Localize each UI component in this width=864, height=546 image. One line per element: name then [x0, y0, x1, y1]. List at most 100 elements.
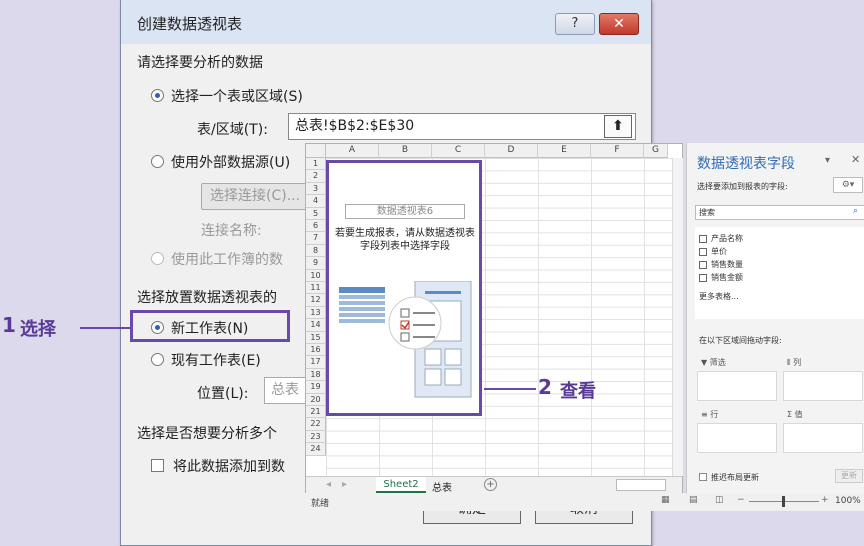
label-existing-worksheet: 现有工作表(E) [171, 353, 261, 369]
field-checkbox[interactable] [699, 247, 707, 256]
field-checkbox[interactable] [699, 273, 707, 282]
row-header[interactable]: 23 [306, 430, 326, 444]
section-placement: 选择放置数据透视表的 [137, 290, 277, 306]
pane-dropdown-icon[interactable]: ▾ [825, 155, 830, 166]
step1-number: 1 [2, 313, 16, 337]
zoom-out-icon[interactable]: − [737, 495, 745, 505]
select-all-corner[interactable] [306, 144, 326, 158]
row-header[interactable]: 14 [306, 319, 326, 332]
help-button[interactable]: ? [555, 13, 595, 35]
tab-zongbiao[interactable]: 总表 [432, 479, 452, 494]
page-layout-icon[interactable]: ▤ [689, 495, 698, 505]
column-header[interactable]: D [485, 144, 538, 158]
upload-arrow-icon: ⬆ [612, 118, 624, 134]
field-item[interactable]: 销售数量 [699, 259, 743, 270]
choose-connection-button[interactable]: 选择连接(C)... [201, 183, 311, 210]
label-select-range: 选择一个表或区域(S) [171, 89, 303, 105]
column-header[interactable]: A [326, 144, 379, 158]
row-header[interactable]: 24 [306, 443, 326, 456]
values-zone-label: Σ 值 [787, 410, 803, 419]
search-input[interactable]: 搜索 [695, 205, 864, 220]
normal-view-icon[interactable]: ▦ [661, 495, 670, 505]
section-multiple-tables: 选择是否想要分析多个 [137, 426, 277, 442]
pivot-table-placeholder[interactable]: 数据透视表6 若要生成报表，请从数据透视表字段列表中选择字段 [326, 160, 482, 416]
row-header[interactable]: 7 [306, 232, 326, 245]
page-break-icon[interactable]: ◫ [715, 495, 724, 505]
column-header[interactable]: B [379, 144, 432, 158]
row-header[interactable]: 22 [306, 418, 326, 431]
column-header[interactable]: G [644, 144, 668, 158]
column-header[interactable]: F [591, 144, 644, 158]
row-header[interactable]: 4 [306, 195, 326, 208]
status-text: 就绪 [311, 499, 330, 509]
vertical-scrollbar[interactable] [672, 158, 683, 476]
row-header[interactable]: 10 [306, 269, 326, 282]
step1-leader-line [80, 327, 130, 329]
row-header[interactable]: 8 [306, 244, 326, 258]
filter-drop-zone[interactable] [697, 371, 777, 401]
row-header[interactable]: 12 [306, 294, 326, 307]
row-header[interactable]: 2 [306, 170, 326, 183]
field-checkbox[interactable] [699, 234, 707, 243]
gear-icon[interactable]: ⚙▾ [833, 177, 863, 193]
sheet-tab-bar: ◂ ▸ Sheet2 总表 + [306, 476, 682, 494]
step2-leader-line [484, 388, 536, 390]
zoom-level: 100% [835, 496, 861, 506]
row-header[interactable]: 18 [306, 368, 326, 382]
field-item[interactable]: 产品名称 [699, 233, 743, 244]
row-header[interactable]: 19 [306, 381, 326, 394]
row-header[interactable]: 15 [306, 331, 326, 344]
row-header[interactable]: 21 [306, 406, 326, 419]
field-checkbox[interactable] [699, 260, 707, 269]
radio-select-range[interactable] [151, 89, 164, 102]
label-add-to-data-model: 将此数据添加到数 [173, 459, 285, 475]
row-header[interactable]: 11 [306, 282, 326, 295]
row-header[interactable]: 6 [306, 220, 326, 233]
row-header[interactable]: 1 [306, 158, 326, 171]
more-tables-link[interactable]: 更多表格... [699, 291, 739, 302]
values-drop-zone[interactable] [783, 423, 863, 453]
collapse-dialog-button[interactable]: ⬆ [604, 115, 632, 138]
radio-data-model[interactable] [151, 252, 164, 265]
row-header[interactable]: 17 [306, 356, 326, 369]
zoom-in-icon[interactable]: + [821, 495, 829, 505]
tab-scroll-left-icon[interactable]: ◂ [326, 479, 331, 490]
add-sheet-icon[interactable]: + [484, 478, 497, 491]
row-header[interactable]: 13 [306, 306, 326, 320]
field-item[interactable]: 销售金额 [699, 272, 743, 283]
checkbox-add-to-data-model[interactable] [151, 459, 164, 472]
close-button[interactable]: ✕ [599, 13, 639, 35]
row-header[interactable]: 9 [306, 257, 326, 270]
row-header[interactable]: 16 [306, 344, 326, 357]
rows-drop-zone[interactable] [697, 423, 777, 453]
section-choose-data: 请选择要分析的数据 [137, 55, 263, 71]
tab-scroll-right-icon[interactable]: ▸ [342, 479, 347, 490]
columns-drop-zone[interactable] [783, 371, 863, 401]
defer-update-checkbox[interactable] [699, 473, 707, 481]
dialog-titlebar: 创建数据透视表 ? ✕ [121, 0, 651, 44]
radio-existing-worksheet[interactable] [151, 353, 164, 366]
step1-label: 选择 [20, 319, 56, 340]
defer-update-label: 推迟布局更新 [711, 473, 759, 482]
row-header[interactable]: 5 [306, 207, 326, 220]
tab-sheet2[interactable]: Sheet2 [376, 477, 426, 493]
pane-subtitle: 选择要添加到报表的字段: [697, 182, 788, 191]
row-header[interactable]: 20 [306, 393, 326, 406]
update-button[interactable]: 更新 [835, 469, 863, 483]
field-item[interactable]: 单价 [699, 246, 727, 257]
connection-name-label: 连接名称: [201, 223, 262, 239]
row-header[interactable]: 3 [306, 182, 326, 196]
step2-number: 2 [538, 375, 552, 399]
field-list: 产品名称 单价 销售数量 销售金额 更多表格... [695, 227, 864, 319]
column-header[interactable]: E [538, 144, 591, 158]
column-header[interactable]: C [432, 144, 485, 158]
range-input[interactable]: 总表!$B$2:$E$30 [288, 113, 636, 140]
dialog-title: 创建数据透视表 [137, 15, 243, 33]
zoom-slider-thumb[interactable] [782, 496, 785, 507]
status-bar: 就绪 ▦ ▤ ◫ − + 100% [305, 493, 864, 511]
pane-close-icon[interactable]: ✕ [851, 153, 860, 166]
step2-label: 查看 [560, 381, 596, 402]
horizontal-scrollbar[interactable] [616, 479, 666, 491]
pane-title: 数据透视表字段 [697, 156, 795, 172]
radio-external-source[interactable] [151, 155, 164, 168]
